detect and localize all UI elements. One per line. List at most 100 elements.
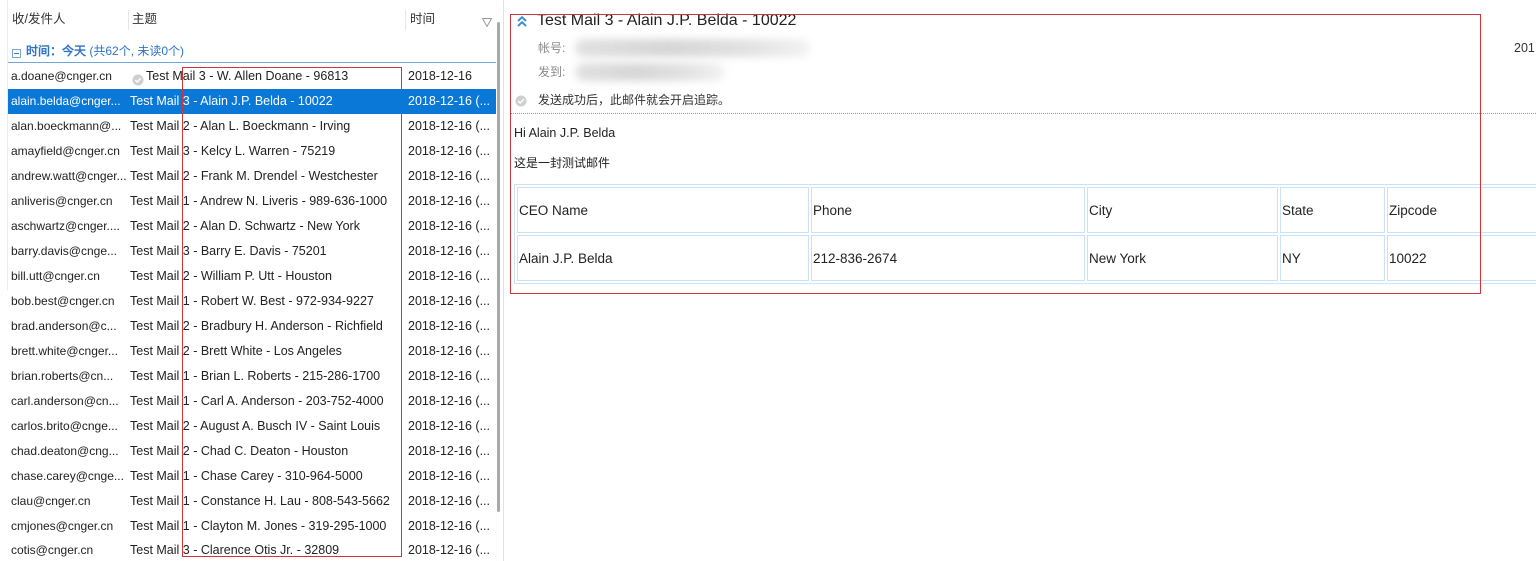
scrollbar-thumb[interactable]	[497, 22, 500, 512]
table-row: Alain J.P. Belda 212-836-2674 New York N…	[517, 235, 1536, 281]
mail-sender: carlos.brito@cnge...	[11, 419, 118, 433]
mail-time: 2018-12-16 (...	[408, 469, 490, 483]
mail-subject: Test Mail 2 - Alan D. Schwartz - New Yor…	[130, 219, 360, 233]
mail-row-selected[interactable]: alain.belda@cnger... Test Mail 3 - Alain…	[8, 89, 496, 114]
mail-row[interactable]: a.doane@cnger.cn Test Mail 3 - W. Allen …	[8, 64, 496, 89]
group-title: 时间：今天 (共62个, 未读0个)	[26, 40, 184, 62]
mail-row[interactable]: amayfield@cnger.cn Test Mail 3 - Kelcy L…	[8, 139, 496, 164]
group-header-today[interactable]: 时间：今天 (共62个, 未读0个)	[8, 40, 496, 63]
filter-triangle-icon[interactable]	[481, 14, 493, 28]
mail-subject: Test Mail 3 - Alain J.P. Belda - 10022	[130, 94, 333, 108]
mail-row[interactable]: barry.davis@cnge... Test Mail 3 - Barry …	[8, 239, 496, 264]
mail-row[interactable]: cotis@cnger.cn Test Mail 3 - Clarence Ot…	[8, 539, 496, 561]
column-header-sender[interactable]: 收/发件人	[12, 0, 65, 38]
mail-subject: Test Mail 3 - Clarence Otis Jr. - 32809	[130, 543, 340, 557]
mail-time: 2018-12-16 (...	[408, 394, 490, 408]
header-divider	[510, 113, 1536, 114]
mail-row[interactable]: chad.deaton@cng... Test Mail 2 - Chad C.…	[8, 439, 496, 464]
mail-sender: brian.roberts@cn...	[11, 369, 114, 383]
mail-time: 2018-12-16 (...	[408, 94, 490, 108]
mail-row[interactable]: brad.anderson@c... Test Mail 2 - Bradbur…	[8, 314, 496, 339]
mail-subject: Test Mail 1 - Constance H. Lau - 808-543…	[130, 494, 390, 508]
mail-subject: Test Mail 2 - Frank M. Drendel - Westche…	[130, 169, 378, 183]
mail-subject: Test Mail 2 - Alan L. Boeckmann - Irving	[130, 119, 351, 133]
mail-subject: Test Mail 1 - Chase Carey - 310-964-5000	[130, 469, 363, 483]
mail-sender: alain.belda@cnger...	[11, 94, 121, 108]
mail-subject: Test Mail 1 - Clayton M. Jones - 319-295…	[130, 519, 387, 533]
mail-time: 2018-12-16 (...	[408, 294, 490, 308]
collapse-box-icon[interactable]	[12, 47, 21, 58]
mail-row[interactable]: carlos.brito@cnge... Test Mail 2 - Augus…	[8, 414, 496, 439]
table-header-cell: City	[1087, 187, 1278, 233]
mail-row[interactable]: brian.roberts@cn... Test Mail 1 - Brian …	[8, 364, 496, 389]
recipient-label: 发到:	[538, 65, 566, 79]
mail-time: 2018-12-16 (...	[408, 319, 490, 333]
mail-row[interactable]: chase.carey@cnge... Test Mail 1 - Chase …	[8, 464, 496, 489]
mail-row[interactable]: clau@cnger.cn Test Mail 1 - Constance H.…	[8, 489, 496, 514]
mail-row[interactable]: bill.utt@cnger.cn Test Mail 2 - William …	[8, 264, 496, 289]
mail-time: 2018-12-16 (...	[408, 344, 490, 358]
table-header-cell: State	[1280, 187, 1385, 233]
mail-row[interactable]: bob.best@cnger.cn Test Mail 1 - Robert W…	[8, 289, 496, 314]
mail-subject: Test Mail 2 - Brett White - Los Angeles	[130, 344, 342, 358]
mail-sender: cmjones@cnger.cn	[11, 519, 114, 533]
mail-subject: Test Mail 2 - William P. Utt - Houston	[130, 269, 332, 283]
mail-time: 2018-12-16 (...	[408, 543, 490, 557]
mail-subject: Test Mail 3 - W. Allen Doane - 96813	[146, 69, 349, 83]
group-label: 时间：今天	[26, 44, 87, 58]
tracking-notice: 发送成功后，此邮件就会开启追踪。	[538, 93, 731, 107]
group-summary: (共62个, 未读0个)	[86, 44, 185, 58]
column-separator[interactable]	[405, 10, 406, 30]
mail-time: 2018-12-16 (...	[408, 369, 490, 383]
mail-list-scrollbar[interactable]	[496, 22, 501, 512]
mail-row[interactable]: aschwartz@cnger.... Test Mail 2 - Alan D…	[8, 214, 496, 239]
reading-pane: Test Mail 3 - Alain J.P. Belda - 10022 帐…	[504, 0, 1536, 561]
mail-title: Test Mail 3 - Alain J.P. Belda - 10022	[537, 12, 797, 29]
column-header-time[interactable]: 时间	[410, 0, 435, 38]
mail-row[interactable]: carl.anderson@cn... Test Mail 1 - Carl A…	[8, 389, 496, 414]
mail-subject: Test Mail 1 - Brian L. Roberts - 215-286…	[130, 369, 381, 383]
mail-subject: Test Mail 1 - Robert W. Best - 972-934-9…	[130, 294, 374, 308]
mail-sender: chad.deaton@cng...	[11, 444, 119, 458]
mail-date: 201	[1514, 41, 1535, 55]
mail-subject: Test Mail 2 - August A. Busch IV - Saint…	[130, 419, 381, 433]
table-cell: NY	[1280, 235, 1385, 281]
mail-time: 2018-12-16 (...	[408, 494, 490, 508]
mail-time: 2018-12-16 (...	[408, 444, 490, 458]
table-cell: 10022	[1387, 235, 1536, 281]
mail-time: 2018-12-16 (...	[408, 419, 490, 433]
mail-sender: brett.white@cnger...	[11, 344, 118, 358]
table-header-cell: Phone	[811, 187, 1085, 233]
column-header-subject[interactable]: 主题	[132, 0, 157, 38]
mail-row[interactable]: andrew.watt@cnger... Test Mail 2 - Frank…	[8, 164, 496, 189]
chevron-double-up-icon[interactable]	[516, 15, 528, 28]
mail-sender: bob.best@cnger.cn	[11, 294, 115, 308]
account-label: 帐号:	[538, 41, 566, 55]
table-cell: New York	[1087, 235, 1278, 281]
mail-data-table: CEO Name Phone City State Zipcode Alain …	[514, 184, 1536, 284]
mail-row[interactable]: cmjones@cnger.cn Test Mail 1 - Clayton M…	[8, 514, 496, 539]
table-cell: Alain J.P. Belda	[517, 235, 809, 281]
mail-sender: a.doane@cnger.cn	[11, 69, 112, 83]
mail-row[interactable]: alan.boeckmann@... Test Mail 2 - Alan L.…	[8, 114, 496, 139]
mail-time: 2018-12-16 (...	[408, 144, 490, 158]
mail-subject: Test Mail 3 - Barry E. Davis - 75201	[130, 244, 327, 258]
mail-sender: chase.carey@cnge...	[11, 469, 124, 483]
mail-sender: andrew.watt@cnger...	[11, 169, 127, 183]
column-separator[interactable]	[128, 10, 129, 30]
account-value-redacted	[575, 39, 810, 57]
mail-subject: Test Mail 3 - Kelcy L. Warren - 75219	[130, 144, 336, 158]
mail-subject: Test Mail 2 - Chad C. Deaton - Houston	[130, 444, 349, 458]
mail-sender: bill.utt@cnger.cn	[11, 269, 100, 283]
mail-time: 2018-12-16 (...	[408, 519, 490, 533]
table-cell: 212-836-2674	[811, 235, 1085, 281]
mail-sender: brad.anderson@c...	[11, 319, 117, 333]
mail-row[interactable]: anliveris@cnger.cn Test Mail 1 - Andrew …	[8, 189, 496, 214]
mail-subject-cell: Test Mail 3 - W. Allen Doane - 96813	[130, 64, 404, 89]
mail-time: 2018-12-16 (...	[408, 219, 490, 233]
mail-sender: cotis@cnger.cn	[11, 543, 94, 557]
mail-time: 2018-12-16 (...	[408, 119, 490, 133]
mail-row[interactable]: brett.white@cnger... Test Mail 2 - Brett…	[8, 339, 496, 364]
check-circle-icon	[132, 70, 144, 86]
mail-subject: Test Mail 1 - Andrew N. Liveris - 989-63…	[130, 194, 388, 208]
